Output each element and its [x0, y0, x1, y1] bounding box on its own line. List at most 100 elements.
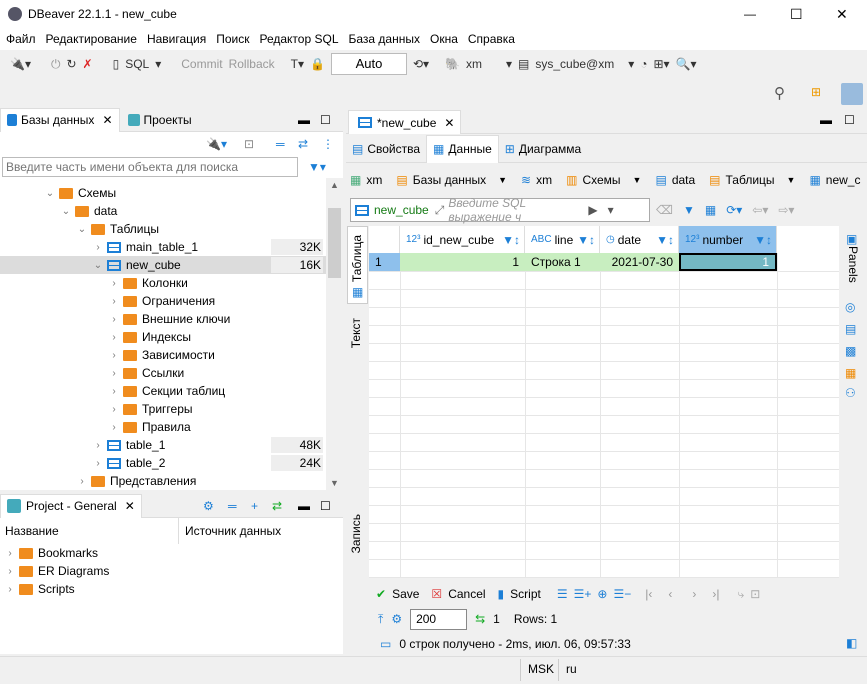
export-data-icon[interactable]: ⤒ [378, 612, 383, 627]
menu-item[interactable]: Файл [6, 32, 36, 46]
tab-projects[interactable]: Проекты [120, 113, 192, 127]
menu-item[interactable]: База данных [349, 32, 420, 46]
tree-item[interactable]: › Внешние ключи [108, 310, 230, 328]
sort-filter-icon[interactable]: ▼↕ [577, 233, 595, 247]
tab-record-view[interactable]: Запись [349, 514, 363, 553]
first-page-icon[interactable]: |‹ [645, 587, 652, 601]
layout-toggle-icon[interactable]: ◧ [846, 636, 857, 650]
close-icon[interactable]: ✕ [444, 116, 454, 130]
navigator-scrollbar[interactable]: ▲ ▼ [326, 178, 343, 490]
chevron-right-icon[interactable]: › [108, 332, 120, 343]
sql-filter-input[interactable]: Введите SQL выражение ч [448, 196, 588, 224]
chevron-right-icon[interactable]: › [108, 278, 120, 289]
project-item[interactable]: › ER Diagrams [4, 562, 109, 580]
chevron-down-icon[interactable]: ⌄ [76, 224, 88, 235]
chevron-right-icon[interactable]: › [108, 386, 120, 397]
tree-item[interactable]: ⌄ data [60, 202, 118, 220]
chevron-right-icon[interactable]: › [92, 440, 104, 451]
export-icon[interactable]: ⤷ [737, 587, 744, 602]
sql-editor-icon[interactable]: ▯ [113, 57, 120, 71]
tree-item[interactable]: › Индексы [108, 328, 191, 346]
chevron-right-icon[interactable]: › [108, 368, 120, 379]
disconnect-icon[interactable]: ⏻ [51, 57, 61, 72]
filter-settings-icon[interactable]: ▦ [705, 203, 716, 217]
transaction-mode-icon[interactable]: T▾ [291, 57, 304, 71]
chevron-right-icon[interactable]: › [4, 584, 16, 595]
add-row-icon[interactable]: ☰+ [574, 587, 592, 601]
maximize-editor-icon[interactable]: ☐ [844, 113, 855, 127]
apply-filter-icon[interactable]: ▶ [588, 203, 597, 217]
edit-row-icon[interactable]: ☰ [557, 587, 568, 601]
lock-icon[interactable]: 🔒 [310, 57, 325, 71]
fetch-size-input[interactable] [410, 608, 468, 630]
panel-toggle-icon[interactable]: ⊡ [750, 587, 760, 601]
chevron-right-icon[interactable]: › [108, 314, 120, 325]
chevron-right-icon[interactable]: › [108, 296, 120, 307]
tree-item[interactable]: ⌄ Схемы [44, 184, 116, 202]
forward-icon[interactable]: ⇨▾ [778, 203, 794, 217]
chevron-down-icon[interactable]: ⌄ [60, 206, 72, 217]
erd-icon[interactable]: ⊞▾ [654, 57, 670, 71]
schema-selector[interactable]: sys_cube@xm [535, 57, 614, 71]
chevron-down-icon[interactable]: ▼ [498, 175, 507, 185]
row-number[interactable]: 1 [369, 253, 400, 271]
link-editor-icon[interactable]: ⇄ [298, 137, 308, 151]
tree-item[interactable]: › table_2 [92, 454, 165, 472]
chevron-down-icon[interactable]: ⌄ [44, 188, 56, 199]
tab-diagram[interactable]: ⊞ Диаграмма [499, 142, 587, 156]
datasource-selector[interactable]: xm [466, 57, 482, 71]
minimize-button[interactable]: — [744, 7, 756, 21]
panels-icon[interactable]: ▣ [846, 232, 857, 246]
new-folder-icon[interactable]: ⊡ [244, 137, 254, 151]
tab-grid-view[interactable]: Таблица ▦ [347, 226, 368, 304]
commit-mode-field[interactable]: Auto [330, 53, 407, 75]
eraser-icon[interactable]: ⌫ [656, 203, 673, 217]
column-header[interactable]: ◷ date ▼↕ [600, 226, 679, 253]
tree-item[interactable]: › Зависимости [108, 346, 215, 364]
project-item[interactable]: › Scripts [4, 580, 74, 598]
tree-item[interactable]: › Представления [76, 472, 196, 490]
sql-button[interactable]: SQL [125, 57, 149, 71]
breadcrumb-item[interactable]: ▤ Таблицы ▼ [709, 173, 795, 187]
refresh-icon[interactable]: ⟳▾ [726, 203, 742, 217]
minimize-panel-icon[interactable]: ▬ [298, 113, 310, 127]
references-icon[interactable]: ⚇ [845, 386, 856, 400]
expand-filter-icon[interactable]: ⤢ [435, 203, 445, 218]
collapse-all-icon[interactable]: ═ [276, 137, 285, 151]
chevron-right-icon[interactable]: › [4, 548, 16, 559]
refresh-icon[interactable]: ⇆ [475, 612, 485, 626]
new-connection-icon[interactable]: 🔌▾ [10, 57, 31, 71]
menu-item[interactable]: Навигация [147, 32, 206, 46]
grid-cell[interactable]: 2021-07-30 [600, 253, 679, 271]
menu-item[interactable]: Редактирование [46, 32, 137, 46]
grid-cell[interactable]: Строка 1 [525, 253, 600, 271]
maximize-button[interactable]: ☐ [790, 6, 803, 23]
disconnect-all-icon[interactable]: ✗ [83, 57, 93, 71]
tab-data[interactable]: ▦ Данные [426, 134, 499, 163]
value-viewer-icon[interactable]: ◎ [845, 300, 855, 314]
prev-page-icon[interactable]: ‹ [668, 587, 672, 601]
tab-new-cube[interactable]: *new_cube ✕ [348, 110, 462, 134]
expand-icon[interactable]: + [251, 499, 258, 513]
dashboard-icon[interactable]: ◔ [640, 57, 647, 71]
tree-item[interactable]: › Секции таблиц [108, 382, 225, 400]
menu-item[interactable]: Редактор SQL [259, 32, 338, 46]
breadcrumb-item[interactable]: ≋ xm [521, 173, 552, 187]
column-header-datasource[interactable]: Источник данных [185, 524, 281, 538]
maximize-panel-icon[interactable]: ☐ [320, 113, 331, 127]
settings-icon[interactable]: ⚙ [203, 499, 214, 513]
next-page-icon[interactable]: › [692, 587, 696, 601]
breadcrumb-item[interactable]: ▥ Схемы ▼ [566, 173, 641, 187]
global-search-icon[interactable]: ⚲ [774, 84, 785, 102]
filter-icon[interactable]: ▼ [683, 203, 695, 217]
new-connection-icon[interactable]: 🔌▾ [206, 137, 227, 151]
chevron-down-icon[interactable]: ⌄ [92, 260, 104, 271]
minimize-editor-icon[interactable]: ▬ [820, 113, 832, 127]
breadcrumb-item[interactable]: ▦ new_c [809, 173, 860, 187]
filter-icon[interactable]: ▼▾ [308, 160, 326, 174]
chevron-right-icon[interactable]: › [76, 476, 88, 487]
panels-tab[interactable]: Panels [846, 246, 860, 283]
tree-item[interactable]: › table_1 [92, 436, 165, 454]
settings-icon[interactable]: ⚙ [391, 612, 402, 626]
maximize-panel-icon[interactable]: ☐ [320, 499, 331, 513]
